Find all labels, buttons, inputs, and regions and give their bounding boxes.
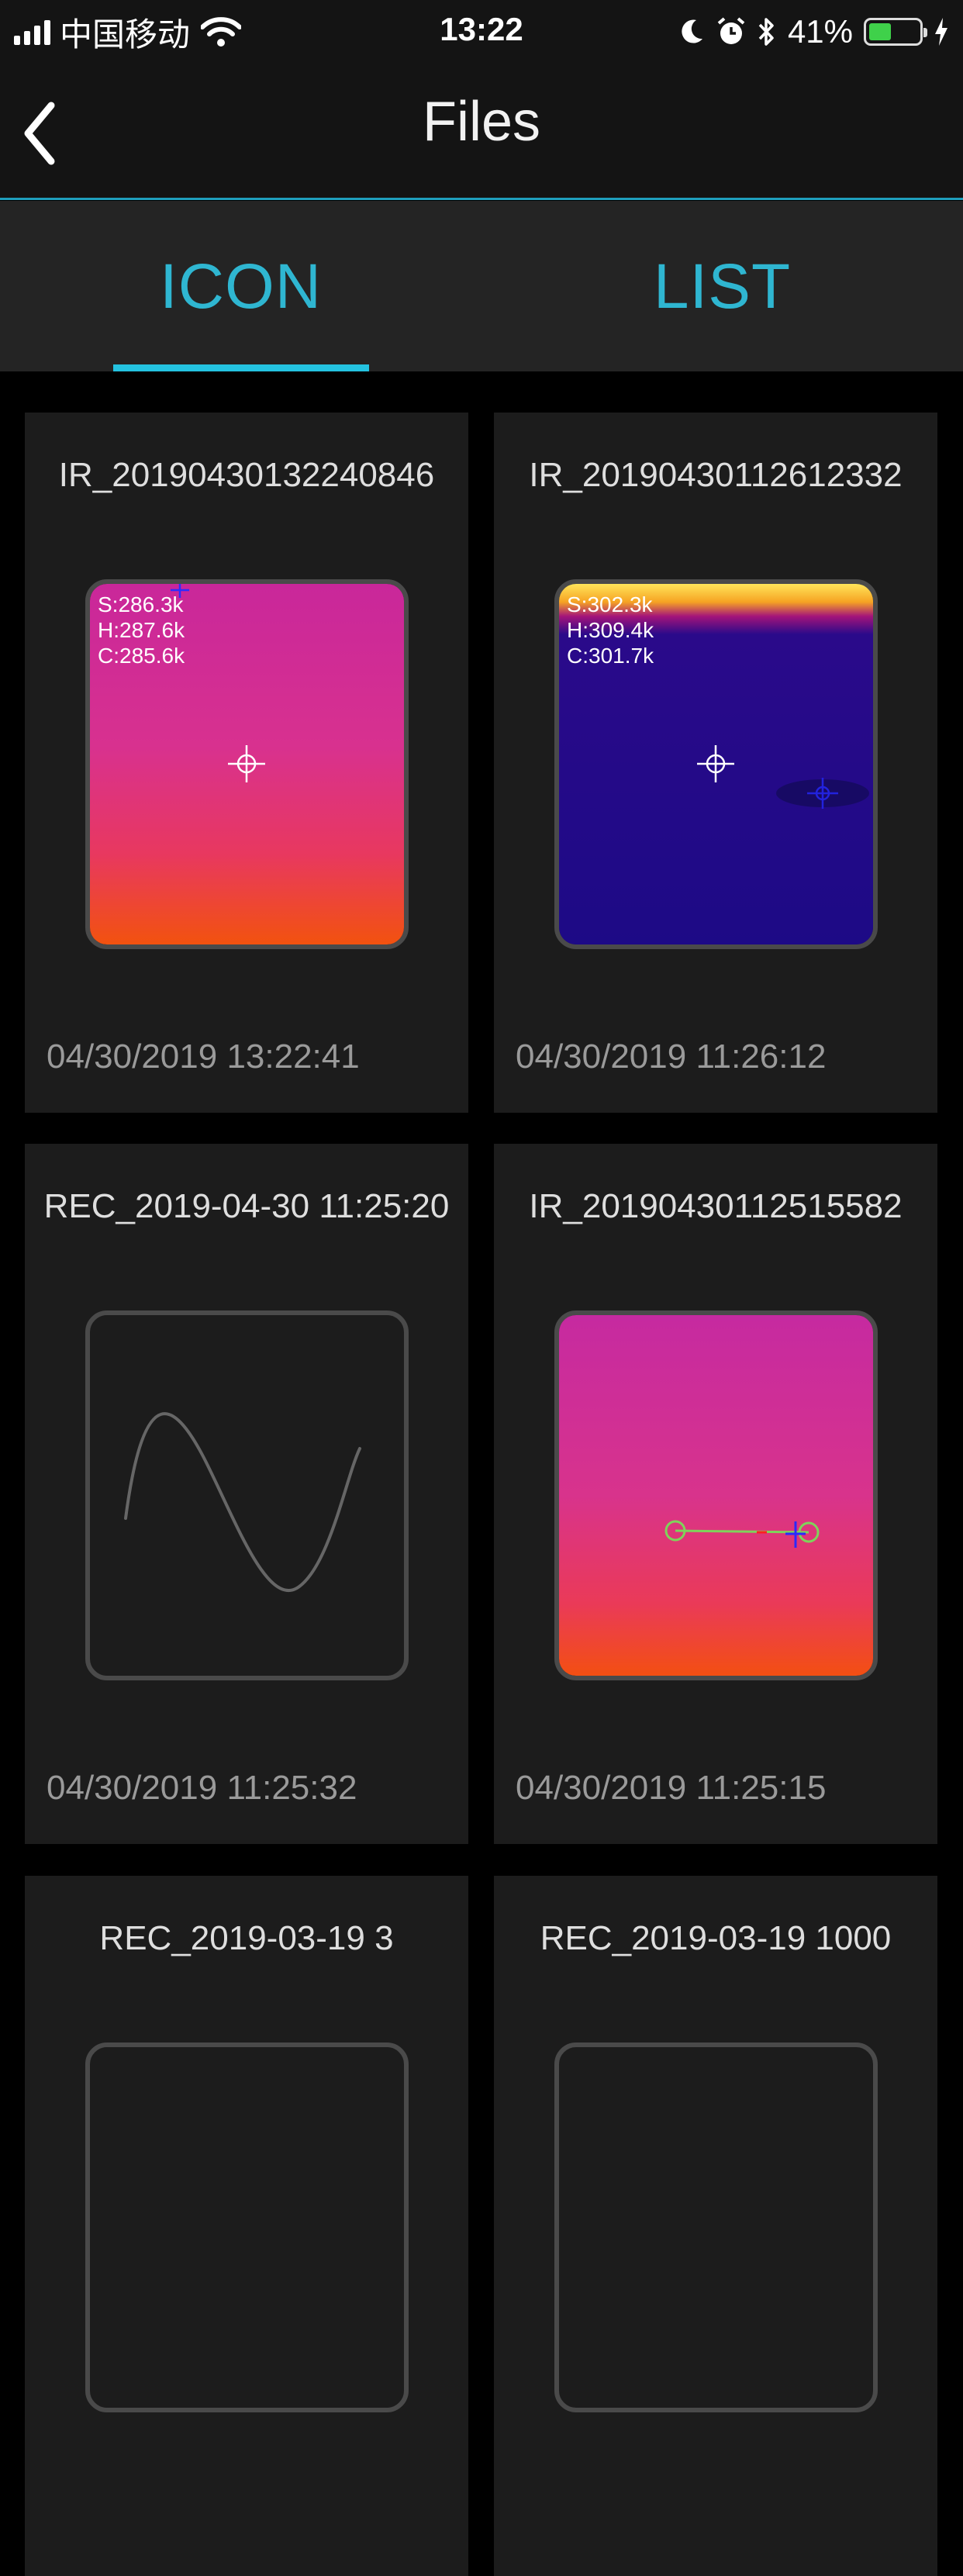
file-card[interactable]: IR_20190430112515582 04/30/2019 11:25:15: [494, 1144, 937, 1844]
temperature-readings: S:286.3k H:287.6k C:285.6k: [98, 592, 185, 668]
file-name: IR_20190430132240846: [58, 456, 435, 494]
file-name: REC_2019-03-19 1000: [540, 1919, 892, 1957]
recording-thumbnail: [85, 1310, 409, 1680]
file-card[interactable]: IR_20190430132240846 S:286.3k H:287.6k C…: [25, 413, 468, 1113]
thermal-thumbnail: S:302.3k H:309.4k C:301.7k: [554, 579, 878, 949]
status-bar: 中国移动 13:22 41%: [0, 0, 963, 67]
recording-thumbnail: [85, 2042, 409, 2412]
tab-list[interactable]: LIST: [482, 201, 963, 371]
file-name: REC_2019-03-19 3: [99, 1919, 394, 1957]
file-date: 04/30/2019 11:25:15: [516, 1769, 827, 1807]
file-name: IR_20190430112612332: [529, 456, 903, 494]
sine-wave-icon: [124, 1412, 361, 1593]
active-tab-indicator: [113, 364, 369, 371]
navigation-bar: Files: [0, 67, 963, 200]
file-name: IR_20190430112515582: [529, 1187, 903, 1225]
bluetooth-icon: [758, 18, 774, 46]
view-mode-tabs: ICON LIST: [0, 201, 963, 371]
thermal-thumbnail: [554, 1310, 878, 1680]
recording-thumbnail: [554, 2042, 878, 2412]
page-title: Files: [422, 91, 540, 153]
file-date: 04/30/2019 11:25:32: [47, 1769, 357, 1807]
temperature-readings: S:302.3k H:309.4k C:301.7k: [567, 592, 654, 668]
thermal-thumbnail: S:286.3k H:287.6k C:285.6k: [85, 579, 409, 949]
battery-icon: [864, 18, 927, 46]
file-card[interactable]: REC_2019-03-19 1000: [494, 1876, 937, 2576]
file-card[interactable]: REC_2019-04-30 11:25:20 04/30/2019 11:25…: [25, 1144, 468, 1844]
battery-percent: 41%: [787, 13, 853, 50]
file-date: 04/30/2019 13:22:41: [47, 1038, 360, 1076]
tab-icon[interactable]: ICON: [0, 201, 482, 371]
charging-bolt-icon: [935, 18, 947, 46]
alarm-clock-icon: [717, 17, 745, 44]
file-card[interactable]: REC_2019-03-19 3: [25, 1876, 468, 2576]
file-date: 04/30/2019 11:26:12: [516, 1038, 827, 1076]
file-card[interactable]: IR_20190430112612332 S:302.3k H:309.4k C…: [494, 413, 937, 1113]
moon-icon: [682, 19, 702, 43]
file-name: REC_2019-04-30 11:25:20: [43, 1187, 450, 1225]
